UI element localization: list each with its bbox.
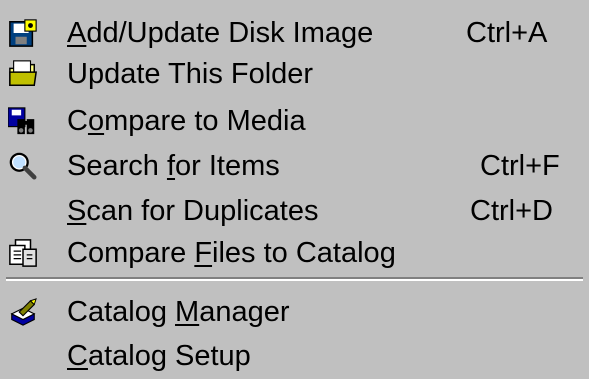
menu-item-update-this-folder[interactable]: Update This Folder	[0, 51, 589, 97]
compare-media-icon	[8, 106, 38, 136]
disk-image-icon	[8, 18, 38, 48]
shortcut-text: Ctrl+A	[466, 17, 548, 49]
shortcut-text: Ctrl+D	[470, 195, 553, 227]
menu-item-label: Catalog Setup	[67, 340, 251, 372]
menu-item-label: Compare to Media	[67, 105, 306, 137]
menu-item-catalog-manager[interactable]: Catalog Manager	[0, 289, 589, 335]
menu-item-label: Compare Files to Catalog	[67, 237, 396, 269]
context-menu: Add/Update Disk Image Ctrl+A Update This…	[0, 0, 589, 379]
menu-item-label: Update This Folder	[67, 58, 314, 90]
catalog-manager-icon	[8, 297, 38, 327]
search-icon	[8, 151, 38, 181]
menu-item-scan-for-duplicates[interactable]: Scan for Duplicates Ctrl+D	[0, 188, 589, 234]
menu-item-compare-files-to-catalog[interactable]: Compare Files to Catalog	[0, 230, 589, 276]
folder-update-icon	[8, 59, 38, 89]
menu-item-catalog-setup[interactable]: Catalog Setup	[0, 333, 589, 379]
menu-separator	[6, 277, 583, 281]
menu-item-label: Search for Items	[67, 150, 280, 182]
menu-item-compare-to-media[interactable]: Compare to Media	[0, 98, 589, 144]
shortcut-text: Ctrl+F	[480, 150, 560, 182]
menu-item-label: Add/Update Disk Image	[67, 17, 374, 49]
menu-item-label: Scan for Duplicates	[67, 195, 319, 227]
menu-item-add-update-disk-image[interactable]: Add/Update Disk Image Ctrl+A	[0, 10, 589, 56]
menu-item-label: Catalog Manager	[67, 296, 290, 328]
menu-item-search-for-items[interactable]: Search for Items Ctrl+F	[0, 143, 589, 189]
compare-files-icon	[8, 238, 38, 268]
